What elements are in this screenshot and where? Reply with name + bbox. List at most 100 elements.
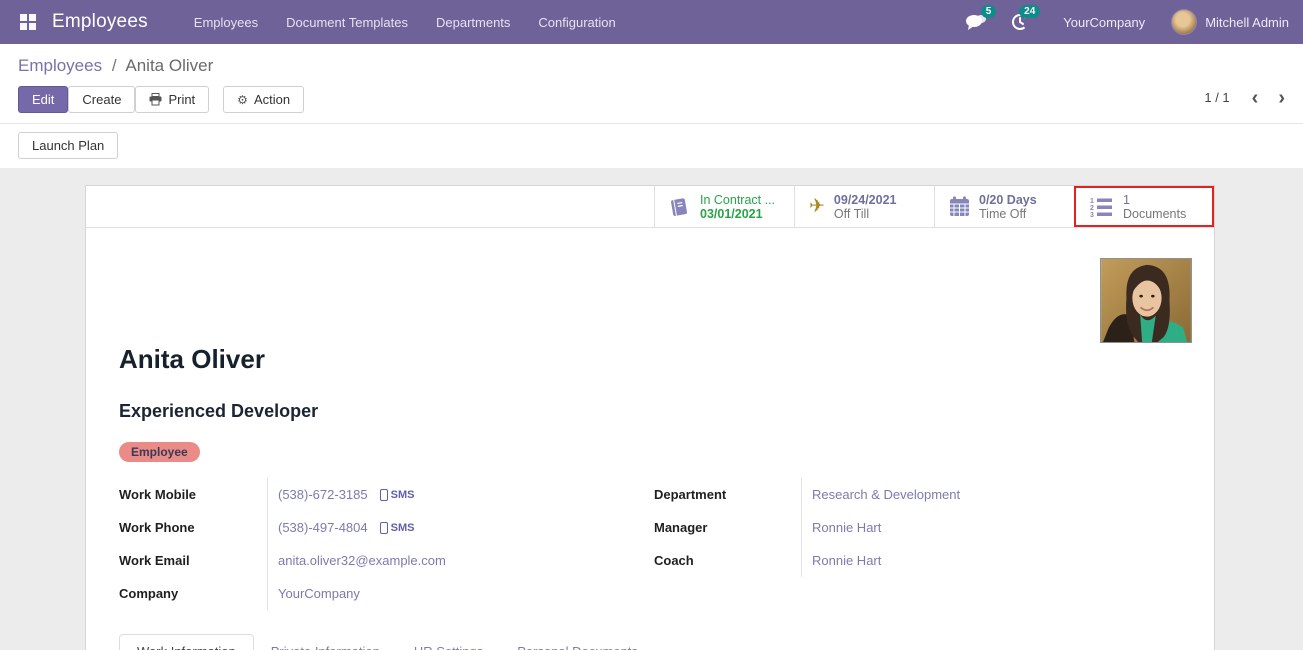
tab-hr-settings[interactable]: HR Settings [397, 635, 500, 650]
field-coach: Coach Ronnie Hart [654, 544, 1114, 577]
stat-time-off-label: Time Off [979, 207, 1037, 221]
apps-menu-icon[interactable] [20, 14, 36, 30]
mobile-phone-icon [380, 489, 388, 501]
action-button[interactable]: ⚙ Action [223, 86, 304, 113]
control-panel: Employees / Anita Oliver Edit Create Pri… [0, 44, 1303, 168]
action-label: Action [254, 92, 290, 107]
statusbar-row: Launch Plan [0, 123, 1303, 168]
employee-form-sheet: In Contract ... 03/01/2021 ✈ 09/24/2021 … [85, 185, 1215, 650]
tab-private-information[interactable]: Private Information [254, 635, 397, 650]
tab-personal-documents[interactable]: Personal Documents [500, 635, 655, 650]
contract-book-icon [669, 196, 691, 218]
user-avatar [1171, 9, 1197, 35]
field-groups: Work Mobile (538)-672-3185 SMS Work Phon… [119, 478, 1214, 610]
work-email-label: Work Email [119, 553, 267, 568]
systray: 5 24 YourCompany Mitchell Admin [959, 7, 1289, 37]
stat-time-off-days: 0/20 Days [979, 193, 1037, 207]
svg-text:1: 1 [1090, 198, 1094, 205]
sms-label: SMS [391, 489, 415, 501]
breadcrumb-parent-link[interactable]: Employees [18, 56, 102, 75]
work-email-value[interactable]: anita.oliver32@example.com [278, 553, 446, 568]
menu-configuration[interactable]: Configuration [526, 2, 627, 43]
breadcrumb: Employees / Anita Oliver [0, 44, 1303, 78]
breadcrumb-current: Anita Oliver [125, 56, 213, 75]
pager: 1 / 1 ‹ › [1204, 90, 1285, 105]
employee-photo [1100, 258, 1192, 343]
manager-label: Manager [654, 520, 801, 535]
plane-icon: ✈ [809, 195, 825, 218]
field-manager: Manager Ronnie Hart [654, 511, 1114, 544]
calendar-icon [949, 196, 970, 217]
stat-off-till-label: Off Till [834, 207, 897, 221]
sms-label: SMS [391, 522, 415, 534]
activities-icon[interactable]: 24 [1003, 7, 1037, 37]
menu-document-templates[interactable]: Document Templates [274, 2, 420, 43]
field-work-phone: Work Phone (538)-497-4804 SMS [119, 511, 639, 544]
activities-badge: 24 [1019, 5, 1040, 18]
work-phone-value[interactable]: (538)-497-4804 [278, 520, 368, 535]
right-field-group: Department Research & Development Manage… [654, 478, 1114, 610]
pager-previous-icon[interactable]: ‹ [1252, 91, 1259, 105]
field-work-mobile: Work Mobile (538)-672-3185 SMS [119, 478, 639, 511]
tab-work-information[interactable]: Work Information [119, 634, 254, 650]
edit-create-group: Edit Create Print [18, 86, 209, 113]
work-phone-label: Work Phone [119, 520, 267, 535]
top-navbar: Employees Employees Document Templates D… [0, 0, 1303, 44]
app-menu: Employees Document Templates Departments… [182, 2, 628, 43]
field-department: Department Research & Development [654, 478, 1114, 511]
employee-name: Anita Oliver [119, 344, 1214, 375]
messages-badge: 5 [981, 5, 997, 18]
stat-button-off-till[interactable]: ✈ 09/24/2021 Off Till [794, 186, 934, 227]
launch-plan-button[interactable]: Launch Plan [18, 132, 118, 159]
edit-button[interactable]: Edit [18, 86, 68, 113]
work-mobile-sms-button[interactable]: SMS [380, 489, 415, 501]
odoo-employees-window: Employees Employees Document Templates D… [0, 0, 1303, 650]
messages-icon[interactable]: 5 [959, 7, 993, 37]
menu-departments[interactable]: Departments [424, 2, 522, 43]
stat-button-time-off[interactable]: 0/20 Days Time Off [934, 186, 1074, 227]
create-button[interactable]: Create [68, 86, 135, 113]
pager-next-icon[interactable]: › [1278, 91, 1285, 105]
left-field-group: Work Mobile (538)-672-3185 SMS Work Phon… [119, 478, 639, 610]
company-value[interactable]: YourCompany [278, 586, 360, 601]
user-menu[interactable]: Mitchell Admin [1171, 9, 1289, 35]
stat-documents-label: Documents [1123, 207, 1186, 221]
stat-documents-count: 1 [1123, 193, 1186, 207]
stat-button-contract[interactable]: In Contract ... 03/01/2021 [654, 186, 794, 227]
stat-buttons-row: In Contract ... 03/01/2021 ✈ 09/24/2021 … [86, 186, 1214, 228]
stat-off-till-date: 09/24/2021 [834, 193, 897, 207]
work-phone-sms-button[interactable]: SMS [380, 522, 415, 534]
stat-button-documents[interactable]: 1 2 3 1 Documents [1074, 186, 1214, 227]
notebook-tabs: Work Information Private Information HR … [119, 634, 1214, 650]
list-ordered-icon: 1 2 3 [1090, 197, 1114, 217]
work-mobile-value[interactable]: (538)-672-3185 [278, 487, 368, 502]
coach-label: Coach [654, 553, 801, 568]
print-button[interactable]: Print [135, 86, 209, 113]
user-name: Mitchell Admin [1205, 15, 1289, 30]
print-label: Print [168, 92, 195, 107]
department-label: Department [654, 487, 801, 502]
employee-job-title: Experienced Developer [119, 401, 1214, 422]
pager-value: 1 / 1 [1204, 90, 1229, 105]
company-label: Company [119, 586, 267, 601]
sheet-content: Anita Oliver Experienced Developer Emplo… [86, 344, 1214, 650]
company-switcher[interactable]: YourCompany [1047, 15, 1161, 30]
manager-value[interactable]: Ronnie Hart [812, 520, 881, 535]
employee-tag: Employee [119, 442, 200, 462]
gear-icon: ⚙ [237, 93, 248, 107]
menu-employees[interactable]: Employees [182, 2, 270, 43]
mobile-phone-icon [380, 522, 388, 534]
field-work-email: Work Email anita.oliver32@example.com [119, 544, 639, 577]
stat-contract-date: 03/01/2021 [700, 207, 775, 221]
printer-icon [149, 93, 162, 106]
work-mobile-label: Work Mobile [119, 487, 267, 502]
coach-value[interactable]: Ronnie Hart [812, 553, 881, 568]
department-value[interactable]: Research & Development [812, 487, 960, 502]
app-title[interactable]: Employees [52, 11, 148, 33]
stat-contract-status: In Contract ... [700, 193, 775, 207]
svg-text:2: 2 [1090, 205, 1094, 212]
svg-text:3: 3 [1090, 212, 1094, 217]
breadcrumb-separator: / [107, 56, 122, 75]
action-buttons-row: Edit Create Print ⚙ Action 1 / 1 [0, 78, 1303, 123]
field-company: Company YourCompany [119, 577, 639, 610]
